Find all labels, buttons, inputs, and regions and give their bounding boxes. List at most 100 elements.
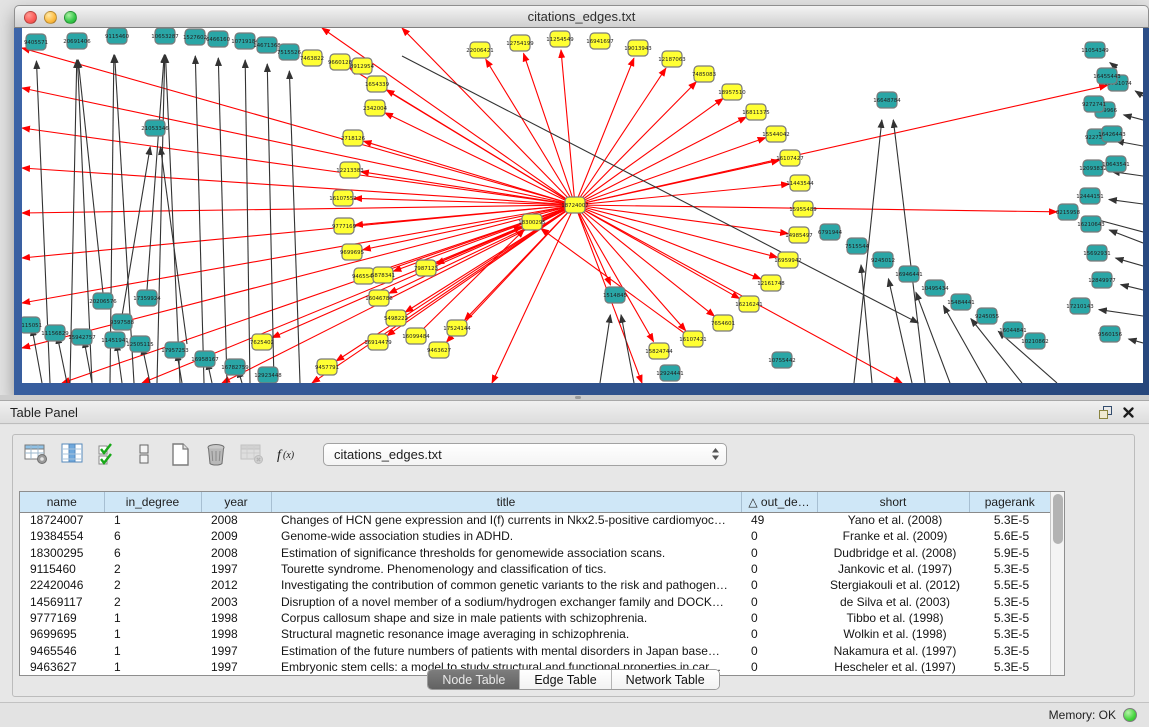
graph-edge[interactable]: [1099, 310, 1143, 316]
graph-node[interactable]: 16648784: [873, 92, 901, 108]
cell-short[interactable]: Nakamura et al. (1997): [817, 642, 969, 658]
cell-pagerank[interactable]: 5.3E-5: [969, 512, 1050, 528]
cell-pagerank[interactable]: 5.6E-5: [969, 528, 1050, 544]
graph-edge[interactable]: [1121, 285, 1143, 290]
cell-title[interactable]: Tourette syndrome. Phenomenology and cla…: [271, 561, 741, 577]
table-row[interactable]: 911546021997Tourette syndrome. Phenomeno…: [20, 561, 1050, 577]
graph-edge[interactable]: [160, 147, 187, 344]
graph-node[interactable]: 7463822: [300, 50, 324, 66]
graph-edge[interactable]: [893, 120, 925, 383]
graph-node[interactable]: 16044841: [999, 322, 1026, 338]
graph-edge[interactable]: [1135, 91, 1143, 96]
graph-node[interactable]: 16107552: [329, 190, 356, 206]
cell-pagerank[interactable]: 5.3E-5: [969, 593, 1050, 609]
cell-title[interactable]: Structural magnetic resonance image aver…: [271, 626, 741, 642]
column-visibility-icon[interactable]: [57, 440, 87, 468]
select-rows-icon[interactable]: [93, 440, 123, 468]
network-graph[interactable]: 9405571206914069115460106532871527602646…: [22, 28, 1143, 383]
graph-node[interactable]: 16914479: [364, 334, 392, 350]
close-panel-icon[interactable]: [1117, 403, 1139, 421]
graph-node[interactable]: 9245012: [871, 252, 895, 268]
cell-name[interactable]: 9777169: [20, 610, 104, 626]
graph-node[interactable]: 16046786: [365, 290, 393, 306]
graph-node[interactable]: 16958167: [191, 351, 218, 367]
graph-node[interactable]: 11443544: [786, 175, 814, 191]
graph-node[interactable]: 9660128: [328, 54, 353, 70]
graph-node[interactable]: 18724007: [561, 197, 588, 213]
graph-node[interactable]: 6791944: [818, 224, 843, 240]
cell-indegree[interactable]: 2: [104, 561, 201, 577]
table-row[interactable]: 946554611997Estimation of the future num…: [20, 642, 1050, 658]
cell-name[interactable]: 22420046: [20, 577, 104, 593]
table-row[interactable]: 2242004622012Investigating the contribut…: [20, 577, 1050, 593]
graph-edge[interactable]: [575, 184, 789, 205]
graph-node[interactable]: 9245055: [975, 308, 999, 324]
cell-year[interactable]: 2008: [201, 512, 271, 528]
table-row[interactable]: 1872400712008Changes of HCN gene express…: [20, 512, 1050, 528]
table-options-icon[interactable]: [21, 440, 51, 468]
column-header-pagerank[interactable]: pagerank: [969, 492, 1050, 512]
graph-edge[interactable]: [575, 205, 654, 341]
cell-indegree[interactable]: 6: [104, 545, 201, 561]
graph-edge[interactable]: [1129, 339, 1143, 343]
cell-title[interactable]: Genome-wide association studies in ADHD.: [271, 528, 741, 544]
column-header-short[interactable]: short: [817, 492, 969, 512]
graph-node[interactable]: 19013943: [624, 40, 651, 56]
graph-edge[interactable]: [57, 336, 67, 383]
cell-title[interactable]: Investigating the contribution of common…: [271, 577, 741, 593]
cell-short[interactable]: Tibbo et al. (1998): [817, 610, 969, 626]
graph-node[interactable]: 16107427: [776, 150, 803, 166]
graph-node[interactable]: 12849977: [1088, 272, 1115, 288]
cell-year[interactable]: 2009: [201, 528, 271, 544]
graph-node[interactable]: 12505115: [126, 336, 153, 352]
column-header-title[interactable]: title: [271, 492, 741, 512]
import-table-icon[interactable]: [237, 440, 267, 468]
cell-pagerank[interactable]: 5.9E-5: [969, 545, 1050, 561]
cell-outdegree[interactable]: 0: [741, 561, 817, 577]
graph-node[interactable]: 20691406: [63, 33, 91, 49]
graph-node[interactable]: 16811375: [742, 104, 769, 120]
graph-node[interactable]: 7654601: [711, 315, 735, 331]
graph-node[interactable]: 18957510: [718, 84, 746, 100]
window-titlebar[interactable]: citations_edges.txt: [14, 5, 1149, 28]
graph-node[interactable]: 16782759: [221, 359, 249, 375]
graph-edge[interactable]: [22, 168, 575, 205]
graph-node[interactable]: 16959942: [774, 252, 801, 268]
cell-title[interactable]: Changes of HCN gene expression and I(f) …: [271, 512, 741, 528]
cell-year[interactable]: 1997: [201, 642, 271, 658]
graph-node[interactable]: 10755442: [768, 352, 795, 368]
graph-node[interactable]: 9405571: [24, 34, 48, 50]
graph-edge[interactable]: [22, 205, 575, 213]
graph-node[interactable]: 6466160: [206, 31, 231, 47]
cell-outdegree[interactable]: 0: [741, 577, 817, 593]
graph-node[interactable]: 11254549: [546, 31, 574, 47]
cell-name[interactable]: 18724007: [20, 512, 104, 528]
graph-node[interactable]: 9463627: [427, 342, 451, 358]
cell-year[interactable]: 2012: [201, 577, 271, 593]
graph-edge[interactable]: [1116, 258, 1143, 266]
graph-edge[interactable]: [165, 55, 180, 383]
graph-edge[interactable]: [78, 60, 103, 293]
graph-node[interactable]: 10495434: [921, 280, 949, 296]
cell-pagerank[interactable]: 5.3E-5: [969, 561, 1050, 577]
cell-indegree[interactable]: 2: [104, 593, 201, 609]
cell-outdegree[interactable]: 49: [741, 512, 817, 528]
network-canvas[interactable]: 9405571206914069115460106532871527602646…: [22, 28, 1143, 383]
graph-node[interactable]: 9457791: [315, 359, 339, 375]
cell-indegree[interactable]: 1: [104, 512, 201, 528]
graph-edge[interactable]: [289, 71, 300, 383]
cell-short[interactable]: Franke et al. (2009): [817, 528, 969, 544]
graph-node[interactable]: 16946441: [895, 266, 922, 282]
cell-indegree[interactable]: 1: [104, 642, 201, 658]
scrollbar-thumb[interactable]: [1053, 494, 1063, 544]
graph-node[interactable]: 7485083: [692, 66, 716, 82]
graph-node[interactable]: 9272741: [1082, 96, 1106, 112]
cell-title[interactable]: Disruption of a novel member of a sodium…: [271, 593, 741, 609]
graph-edge[interactable]: [575, 82, 696, 205]
graph-node[interactable]: 10210862: [1021, 333, 1048, 349]
graph-edge[interactable]: [22, 205, 575, 258]
function-builder-icon[interactable]: f(x): [273, 440, 303, 468]
graph-edge[interactable]: [916, 292, 950, 383]
graph-node[interactable]: 12444151: [1076, 188, 1103, 204]
cell-short[interactable]: Stergiakouli et al. (2012): [817, 577, 969, 593]
